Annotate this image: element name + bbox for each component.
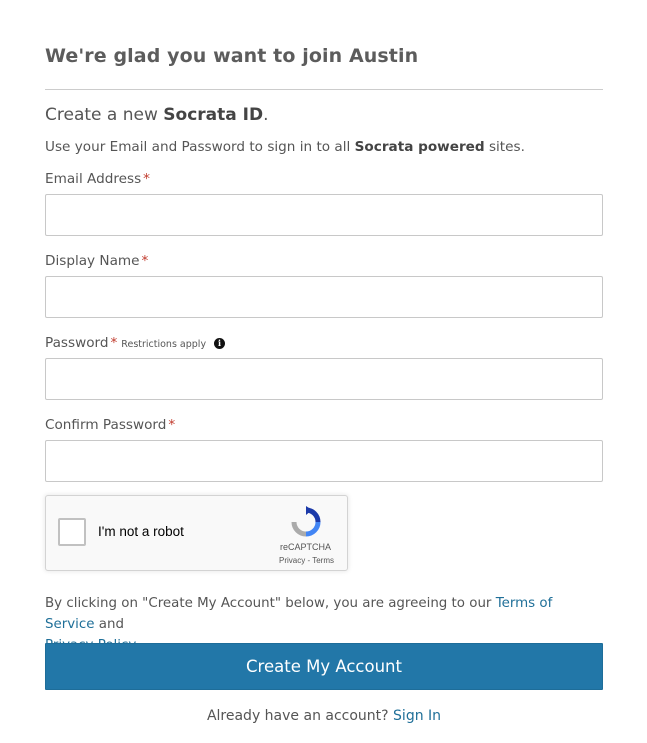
confirm-password-label-text: Confirm Password	[45, 417, 167, 433]
required-marker: *	[143, 171, 150, 187]
password-restrictions: Restrictions apply	[121, 339, 207, 350]
sign-in-link[interactable]: Sign In	[393, 708, 441, 724]
password-label-text: Password	[45, 335, 109, 351]
signin-prompt: Already have an account?	[206, 708, 394, 724]
password-label: Password * Restrictions apply i	[45, 335, 226, 351]
intro-text: Use your Email and Password to sign in t…	[45, 139, 525, 155]
recaptcha-terms-link[interactable]: Terms	[312, 556, 334, 565]
recaptcha-privacy-link[interactable]: Privacy	[279, 556, 305, 565]
confirm-password-label: Confirm Password *	[45, 417, 175, 433]
email-field[interactable]	[45, 194, 603, 236]
subtitle-brand: Socrata ID	[163, 105, 264, 125]
recaptcha-brand: reCAPTCHA	[280, 542, 332, 552]
recaptcha-label: I'm not a robot	[98, 524, 184, 539]
display-name-label-text: Display Name	[45, 253, 140, 269]
agreement-middle: and	[94, 617, 129, 632]
recaptcha-logo-icon	[291, 506, 321, 537]
subtitle-suffix: .	[263, 105, 269, 125]
required-marker: *	[141, 253, 149, 269]
email-label: Email Address *	[45, 171, 150, 187]
display-name-label: Display Name *	[45, 253, 148, 269]
agreement-prefix: By clicking on "Create My Account" below…	[45, 596, 496, 611]
required-marker: *	[110, 335, 118, 351]
intro-brand: Socrata powered	[354, 139, 485, 155]
intro-suffix: sites.	[484, 139, 525, 155]
recaptcha-arc-light-blue	[305, 521, 321, 537]
intro-prefix: Use your Email and Password to sign in t…	[45, 139, 355, 155]
recaptcha-links: Privacy - Terms	[279, 556, 334, 565]
recaptcha-checkbox[interactable]	[58, 518, 86, 546]
confirm-password-field[interactable]	[45, 440, 603, 482]
required-marker: *	[168, 417, 176, 433]
subtitle: Create a new Socrata ID.	[45, 105, 268, 125]
password-field[interactable]	[45, 358, 603, 400]
info-icon[interactable]: i	[214, 338, 226, 349]
create-account-button[interactable]: Create My Account	[45, 643, 603, 690]
recaptcha-arc-gray	[291, 521, 307, 537]
page-title: We're glad you want to join Austin	[45, 45, 419, 67]
email-label-text: Email Address	[45, 171, 142, 187]
title-divider	[45, 89, 603, 90]
signin-line: Already have an account? Sign In	[45, 708, 603, 724]
subtitle-prefix: Create a new	[45, 105, 164, 125]
recaptcha-widget: I'm not a robot reCAPTCHA Privacy - Term…	[45, 495, 348, 571]
display-name-field[interactable]	[45, 276, 603, 318]
